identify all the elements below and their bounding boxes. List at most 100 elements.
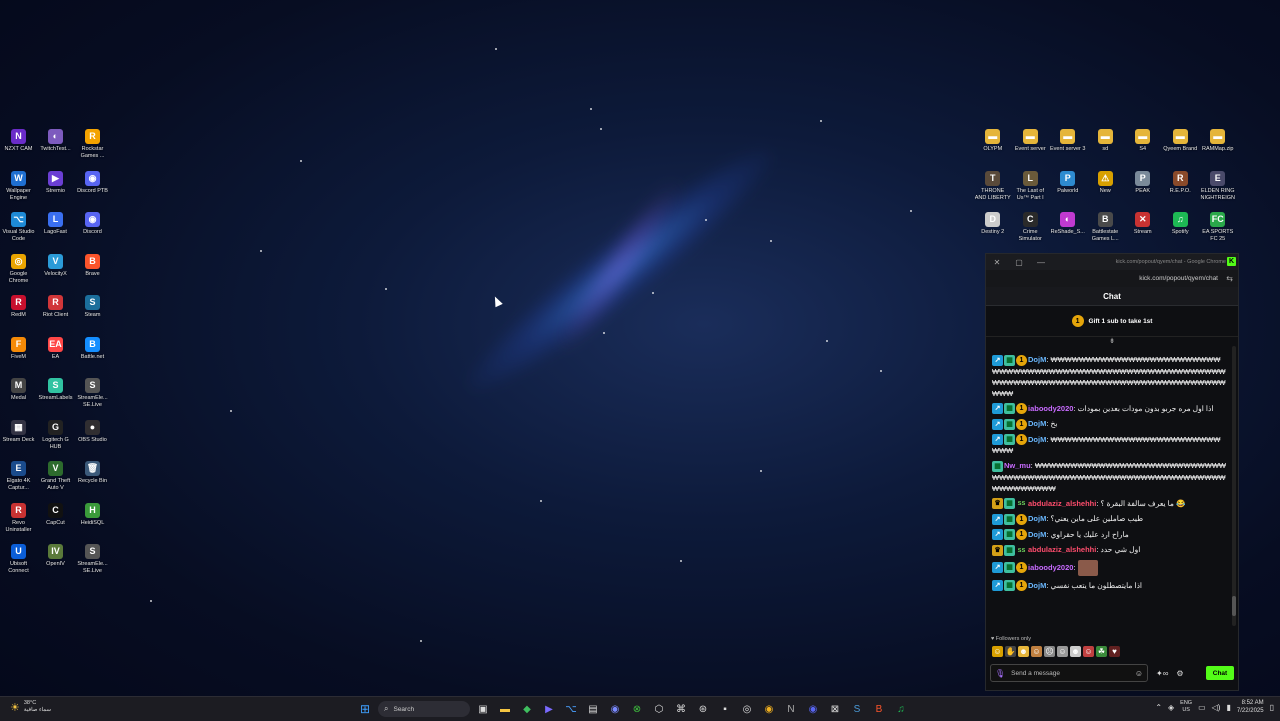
emote[interactable]: ☻ — [1018, 646, 1029, 657]
emote[interactable]: ☺ — [1057, 646, 1068, 657]
desktop-icon[interactable]: B Battle.net — [74, 334, 111, 376]
desktop-icon[interactable]: B Battlestate Games L... — [1087, 209, 1125, 251]
desktop-icon[interactable]: ◎ Google Chrome — [0, 251, 37, 293]
app-icon[interactable]: ◆ — [518, 700, 536, 718]
desktop-icon[interactable]: ● OBS Studio — [74, 417, 111, 459]
arrow-badge-icon[interactable]: ↗ — [992, 354, 1003, 366]
desktop-icon[interactable]: EA EA — [37, 334, 74, 376]
emote[interactable]: ☹ — [1044, 646, 1055, 657]
battery-icon[interactable]: ▮ — [1226, 703, 1230, 712]
store-icon[interactable]: ▤ — [584, 700, 602, 718]
app-icon[interactable]: ⊠ — [826, 700, 844, 718]
chat-username[interactable]: DojM — [1028, 530, 1046, 539]
desktop-icon[interactable]: L LagoFast — [37, 209, 74, 251]
window-titlebar[interactable]: ✕ ▢ — kick.com/popout/qyem/chat - Google… — [986, 254, 1238, 270]
emote[interactable]: ♥ — [1109, 646, 1120, 657]
desktop-icon[interactable]: R RedM — [0, 292, 37, 334]
arrow-badge-icon[interactable]: ↗ — [992, 434, 1003, 446]
app-icon[interactable]: ⊛ — [694, 700, 712, 718]
ss-badge-icon[interactable]: ss — [1016, 545, 1027, 556]
chat-username[interactable]: DojM — [1028, 355, 1046, 364]
weather-widget[interactable]: ☀ 38°C سماء صافية — [10, 700, 51, 714]
desktop-icon[interactable]: V Grand Theft Auto V — [37, 458, 74, 500]
send-chat-button[interactable]: Chat — [1206, 666, 1234, 680]
coin-badge-icon[interactable]: 1 — [1016, 580, 1027, 592]
scrollbar-thumb[interactable] — [1232, 596, 1236, 616]
arrow-badge-icon[interactable]: ↗ — [992, 403, 1003, 415]
send-message-input[interactable]: 🎙 Send a message ☺ — [990, 664, 1148, 682]
desktop-icon[interactable]: R Revo Uninstaller — [0, 500, 37, 542]
chat-username[interactable]: abdulaziz_alshehhi — [1028, 499, 1096, 508]
desktop-icon[interactable]: ▬ Event server — [1012, 126, 1050, 168]
sub-badge-icon[interactable]: ▦ — [1004, 403, 1015, 415]
translate-icon[interactable]: ⇆ — [1226, 274, 1233, 283]
sub-badge-icon[interactable]: ▦ — [1004, 418, 1015, 430]
file-explorer-icon[interactable]: ▬ — [496, 700, 514, 718]
restore-icon[interactable]: ▢ — [1008, 258, 1030, 267]
desktop-icon[interactable]: S Steam — [74, 292, 111, 334]
desktop-icon[interactable]: ▬ Qyeem Brand — [1162, 126, 1200, 168]
app-icon[interactable]: ◉ — [606, 700, 624, 718]
desktop-icon[interactable]: P Palworld — [1049, 168, 1087, 210]
desktop-icon[interactable]: C Crime Simulator — [1012, 209, 1050, 251]
settings-gear-icon[interactable]: ⚙ — [1176, 669, 1183, 678]
sub-badge-icon[interactable]: ▦ — [992, 460, 1003, 472]
crown-badge-icon[interactable]: ♛ — [992, 498, 1003, 510]
coin-badge-icon[interactable]: 1 — [1016, 403, 1027, 415]
desktop-icon[interactable]: ▬ Event server 3 — [1049, 126, 1087, 168]
desktop-icon[interactable]: ▬ sd — [1087, 126, 1125, 168]
coin-badge-icon[interactable]: 1 — [1016, 562, 1027, 574]
ss-badge-icon[interactable]: ss — [1016, 498, 1027, 509]
arrow-badge-icon[interactable]: ↗ — [992, 562, 1003, 574]
sub-badge-icon[interactable]: ▦ — [1004, 562, 1015, 574]
desktop-icon[interactable]: FC EA SPORTS FC 25 — [1199, 209, 1237, 251]
desktop-icon[interactable]: ⚠ New — [1087, 168, 1125, 210]
emote-bar[interactable]: ☺ ✋ ☻ ☺ ☹ ☺ ☻ ☺ ☘ ♥ — [992, 646, 1120, 657]
desktop-icon[interactable]: ▬ S4 — [1124, 126, 1162, 168]
chrome-icon[interactable]: ◉ — [760, 700, 778, 718]
desktop-icon[interactable]: R R.E.P.O. — [1162, 168, 1200, 210]
desktop-icon[interactable]: ◐ ReShade_S... — [1049, 209, 1087, 251]
app-icon[interactable]: ⬡ — [650, 700, 668, 718]
xbox-icon[interactable]: ⊗ — [628, 700, 646, 718]
sub-badge-icon[interactable]: ▦ — [1004, 354, 1015, 366]
chat-username[interactable]: DojM — [1028, 435, 1046, 444]
desktop-icon[interactable]: T THRONE AND LIBERTY — [974, 168, 1012, 210]
desktop-icon[interactable]: D Destiny 2 — [974, 209, 1012, 251]
desktop-icon[interactable]: F FiveM — [0, 334, 37, 376]
sub-badge-icon[interactable]: ▦ — [1004, 498, 1015, 510]
coin-badge-icon[interactable]: 1 — [1016, 513, 1027, 525]
desktop-icon[interactable]: U Ubisoft Connect — [0, 541, 37, 583]
desktop-icon[interactable]: ⌥ Visual Studio Code — [0, 209, 37, 251]
language-indicator[interactable]: ENG US — [1180, 700, 1192, 714]
desktop-icon[interactable]: 🗑 Recycle Bin — [74, 458, 111, 500]
chat-scrollbar[interactable] — [1232, 346, 1236, 626]
sub-badge-icon[interactable]: ▦ — [1004, 580, 1015, 592]
desktop-icon[interactable]: N NZXT CAM — [0, 126, 37, 168]
desktop-icon[interactable]: IV OpenIV — [37, 541, 74, 583]
desktop-icon[interactable]: S StreamLabels — [37, 375, 74, 417]
minimize-icon[interactable]: — — [1030, 258, 1052, 267]
arrow-badge-icon[interactable]: ↗ — [992, 580, 1003, 592]
desktop-icon[interactable]: ▶ Stremio — [37, 168, 74, 210]
app-icon[interactable]: ▶ — [540, 700, 558, 718]
pinned-toggle-icon[interactable]: ⇟ — [986, 337, 1238, 349]
desktop-icon[interactable]: W Wallpaper Engine — [0, 168, 37, 210]
desktop-icon[interactable]: ♫ Spotify — [1162, 209, 1200, 251]
clock[interactable]: 8:52 AM 7/22/2025 — [1237, 699, 1264, 715]
desktop-icon[interactable]: S StreamEle... SE.Live — [74, 375, 111, 417]
task-view-icon[interactable]: ▣ — [474, 700, 492, 718]
desktop-icon[interactable]: E ELDEN RING NIGHTREIGN — [1199, 168, 1237, 210]
coin-badge-icon[interactable]: 1 — [1016, 434, 1027, 446]
volume-icon[interactable]: ◁) — [1212, 703, 1221, 712]
emote[interactable]: ☺ — [1083, 646, 1094, 657]
microphone-icon[interactable]: 🎙 — [995, 669, 1005, 678]
desktop-icon[interactable]: B Brave — [74, 251, 111, 293]
desktop-icon[interactable]: ◉ Discord — [74, 209, 111, 251]
arrow-badge-icon[interactable]: ↗ — [992, 513, 1003, 525]
chat-username[interactable]: abdulaziz_alshehhi — [1028, 545, 1096, 554]
desktop-icon[interactable]: ◉ Discord PTB — [74, 168, 111, 210]
emote[interactable]: ✋ — [1005, 646, 1016, 657]
desktop-icon[interactable]: S StreamEle... SE.Live — [74, 541, 111, 583]
desktop-icon[interactable]: ▬ OLYPM — [974, 126, 1012, 168]
